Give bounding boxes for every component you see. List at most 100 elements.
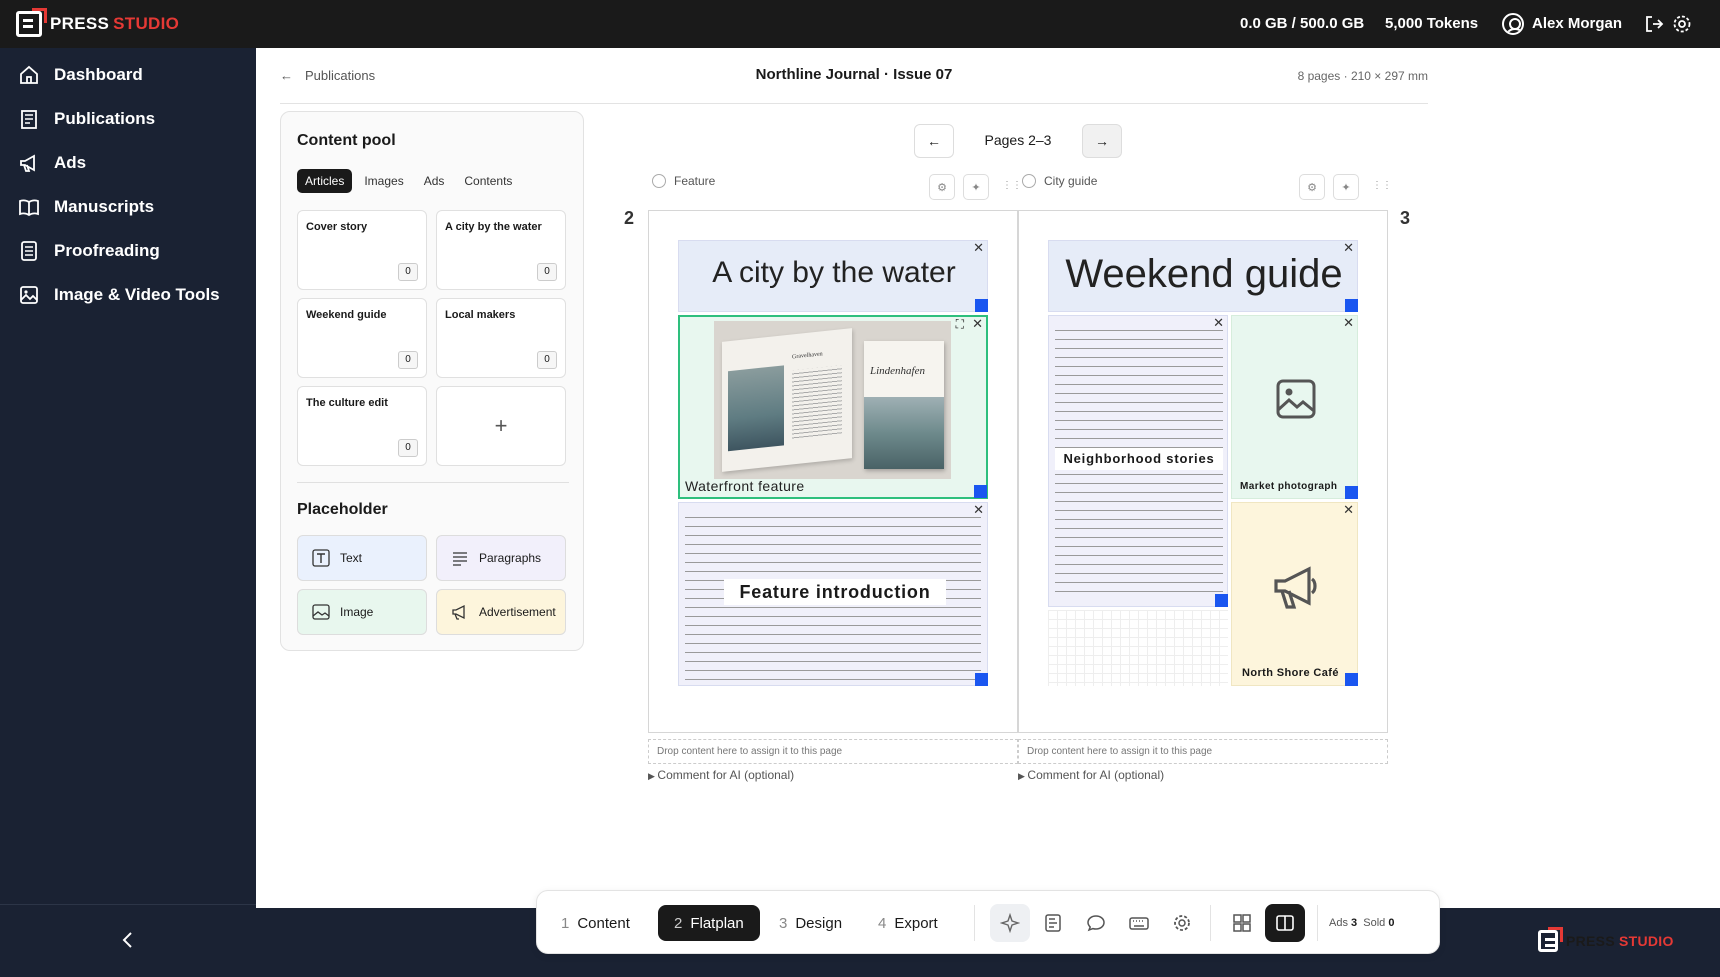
page-3-template-selector[interactable]: City guide	[1022, 174, 1097, 188]
sidebar-item-label: Ads	[54, 153, 87, 172]
resize-handle[interactable]	[1345, 299, 1358, 312]
close-icon[interactable]: ✕	[972, 316, 983, 332]
toolbar-divider	[1317, 905, 1318, 941]
breadcrumb[interactable]: ← Publications	[280, 68, 375, 83]
toolbar-settings-button[interactable]	[1162, 904, 1202, 942]
article-card-title: Cover story	[306, 221, 368, 233]
image-placeholder-block[interactable]: Market photograph ✕	[1231, 315, 1358, 499]
sidebar-item-proofreading[interactable]: Proofreading	[18, 240, 160, 262]
comments-button[interactable]	[1076, 904, 1116, 942]
text-block[interactable]: Feature introduction ✕	[678, 502, 988, 686]
previous-pages-button[interactable]: ←	[914, 124, 954, 158]
tab-ads[interactable]: Ads	[416, 169, 453, 193]
resize-handle[interactable]	[1345, 486, 1358, 499]
chat-bubble-icon	[1087, 915, 1105, 932]
image-icon	[20, 286, 38, 304]
brand-accent: STUDIO	[113, 14, 180, 33]
page-settings-button[interactable]: ⚙	[1299, 174, 1325, 200]
ai-assist-button[interactable]	[990, 904, 1030, 942]
page-2[interactable]: A city by the water ✕ Gravelhaven Linden…	[648, 210, 1018, 733]
text-block[interactable]: Neighborhood stories ✕	[1048, 315, 1228, 607]
sidebar-item-label: Proofreading	[54, 241, 160, 260]
step-flatplan[interactable]: 2 Flatplan	[658, 905, 760, 941]
close-icon[interactable]: ✕	[1343, 502, 1354, 518]
page-3-ai-comment-toggle[interactable]: ▶ Comment for AI (optional)	[1018, 768, 1164, 782]
page-3[interactable]: Weekend guide ✕ Neighborhood stories ✕ M…	[1018, 210, 1388, 733]
resize-handle[interactable]	[1215, 594, 1228, 607]
sidebar-item-image-video-tools[interactable]: Image & Video Tools	[18, 284, 220, 306]
radio-icon[interactable]	[652, 174, 666, 188]
collapse-sidebar-chevron-icon[interactable]	[118, 930, 138, 950]
drag-handle-icon[interactable]: ⋮⋮	[1002, 180, 1022, 191]
close-icon[interactable]: ✕	[973, 502, 984, 518]
step-design[interactable]: 3 Design	[763, 905, 858, 941]
page-2-ai-comment-toggle[interactable]: ▶ Comment for AI (optional)	[648, 768, 794, 782]
article-card[interactable]: The culture edit 0	[297, 386, 427, 466]
breadcrumb-publications-link[interactable]: Publications	[305, 68, 375, 83]
comment-label: Comment for AI (optional)	[657, 768, 795, 782]
heading-block[interactable]: Weekend guide ✕	[1048, 240, 1358, 312]
document-view-button[interactable]	[1033, 904, 1073, 942]
placeholder-advertisement[interactable]: Advertisement	[436, 589, 566, 635]
article-card[interactable]: Weekend guide 0	[297, 298, 427, 378]
magazine-photo: Gravelhaven Lindenhafen	[714, 321, 951, 479]
spread-view-button[interactable]	[1265, 904, 1305, 942]
tab-contents[interactable]: Contents	[456, 169, 520, 193]
keyboard-shortcuts-button[interactable]	[1119, 904, 1159, 942]
close-icon[interactable]: ✕	[973, 240, 984, 256]
logout-icon[interactable]	[1644, 14, 1664, 34]
placeholder-label: Paragraphs	[479, 551, 542, 565]
placeholder-paragraphs[interactable]: Paragraphs	[436, 535, 566, 581]
tab-articles[interactable]: Articles	[297, 169, 353, 193]
placeholder-label: Advertisement	[479, 605, 556, 619]
resize-handle[interactable]	[1345, 673, 1358, 686]
keyboard-icon	[1129, 917, 1149, 930]
placeholder-image[interactable]: Image	[297, 589, 427, 635]
article-card[interactable]: Local makers 0	[436, 298, 566, 378]
resize-handle[interactable]	[975, 299, 988, 312]
ad-placeholder-block[interactable]: North Shore Café ✕	[1231, 502, 1358, 686]
app-logo[interactable]: PRESS STUDIO	[16, 8, 180, 37]
page-3-drop-zone[interactable]: Drop content here to assign it to this p…	[1018, 739, 1388, 764]
user-name[interactable]: Alex Morgan	[1532, 15, 1622, 32]
placeholder-text[interactable]: Text	[297, 535, 427, 581]
user-avatar-icon[interactable]	[1502, 13, 1524, 35]
cover-photo	[864, 397, 944, 469]
sidebar-item-manuscripts[interactable]: Manuscripts	[18, 196, 154, 218]
paragraphs-icon	[453, 552, 467, 566]
drag-handle-icon[interactable]: ⋮⋮	[1372, 180, 1392, 191]
pages-label: Pages 2–3	[984, 132, 1052, 148]
sidebar-item-dashboard[interactable]: Dashboard	[18, 64, 143, 86]
page-settings-button[interactable]: ⚙	[929, 174, 955, 200]
text-block-label: Feature introduction	[724, 579, 946, 605]
megaphone-icon	[452, 604, 465, 620]
sparkle-icon: ✦	[1341, 181, 1351, 194]
expand-icon[interactable]: ⛶	[956, 317, 964, 332]
article-card[interactable]: A city by the water 0	[436, 210, 566, 290]
article-card[interactable]: Cover story 0	[297, 210, 427, 290]
page-2-drop-zone[interactable]: Drop content here to assign it to this p…	[648, 739, 1018, 764]
tab-images[interactable]: Images	[356, 169, 411, 193]
placeholder-label: Text	[340, 551, 363, 565]
close-icon[interactable]: ✕	[1213, 315, 1224, 331]
resize-handle[interactable]	[974, 485, 987, 498]
image-block[interactable]: Gravelhaven Lindenhafen Waterfront featu…	[678, 315, 988, 499]
heading-block[interactable]: A city by the water ✕	[678, 240, 988, 312]
step-export[interactable]: 4 Export	[862, 905, 954, 941]
add-article-button[interactable]: +	[436, 386, 566, 466]
sidebar-item-publications[interactable]: Publications	[18, 108, 155, 130]
brand-name: PRESS	[50, 14, 110, 33]
ai-sparkle-button[interactable]: ✦	[1333, 174, 1359, 200]
resize-handle[interactable]	[975, 673, 988, 686]
close-icon[interactable]: ✕	[1343, 315, 1354, 331]
page-2-template-selector[interactable]: Feature	[652, 174, 715, 188]
sidebar-item-ads[interactable]: Ads	[18, 152, 86, 174]
radio-icon[interactable]	[1022, 174, 1036, 188]
step-content[interactable]: 1 Content	[545, 905, 646, 941]
settings-gear-icon[interactable]	[1672, 14, 1692, 34]
ai-sparkle-button[interactable]: ✦	[963, 174, 989, 200]
megaphone-icon	[1274, 566, 1317, 609]
close-icon[interactable]: ✕	[1343, 240, 1354, 256]
grid-view-button[interactable]	[1222, 904, 1262, 942]
next-pages-button[interactable]: →	[1082, 124, 1122, 158]
